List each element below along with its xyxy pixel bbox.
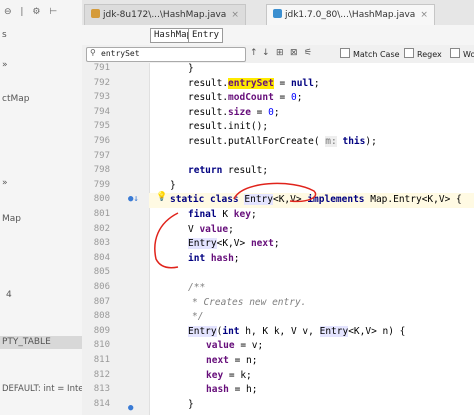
arrow-down-icon[interactable]: ↓: [262, 48, 270, 58]
breadcrumb: HashMap Entry: [82, 25, 474, 46]
tree-item[interactable]: ctMap: [2, 94, 29, 104]
tree-item[interactable]: »: [2, 178, 8, 188]
breadcrumb-item-entry[interactable]: Entry: [188, 28, 224, 43]
settings-icon[interactable]: ⚙: [32, 7, 40, 17]
tree-item[interactable]: »: [2, 60, 8, 70]
java-file-icon: [91, 9, 100, 18]
tab-label: jdk-8u172\...\HashMap.java: [103, 10, 227, 20]
divider-icon: |: [20, 7, 24, 17]
code-editor[interactable]: 791 792 793 794 795 796 797 798 799 800 …: [82, 63, 474, 415]
tab-jdk7-hashmap[interactable]: jdk1.7.0_80\...\HashMap.java ×: [266, 4, 435, 25]
multi-select-icon[interactable]: ⊠: [290, 48, 298, 58]
project-toolbar: ⊖ | ⚙ ⊢: [4, 7, 63, 17]
close-icon[interactable]: ×: [231, 10, 239, 20]
checkbox-label: Match Case: [353, 50, 400, 59]
match-case-checkbox[interactable]: Match Case: [340, 48, 400, 59]
close-icon[interactable]: ×: [420, 10, 428, 20]
red-annotation: [154, 182, 317, 269]
java-file-icon: [273, 9, 282, 18]
collapse-icon[interactable]: ⊖: [4, 7, 12, 17]
tree-item[interactable]: 4: [6, 290, 12, 300]
search-icon: ⚲: [90, 48, 96, 57]
tab-label: jdk1.7.0_80\...\HashMap.java: [285, 10, 416, 20]
filter-icon[interactable]: ⚟: [304, 48, 312, 58]
tab-jdk8-hashmap[interactable]: jdk-8u172\...\HashMap.java ×: [84, 4, 246, 25]
search-input[interactable]: ⚲ entrySet: [86, 47, 246, 62]
words-checkbox[interactable]: Wo: [450, 48, 474, 59]
checkbox-label: Wo: [463, 50, 474, 59]
checkbox-label: Regex: [417, 50, 442, 59]
tree-item[interactable]: s: [2, 30, 7, 40]
arrow-up-icon[interactable]: ↑: [250, 48, 258, 58]
search-value: entrySet: [101, 49, 140, 58]
tree-item-selected[interactable]: PTY_TABLE: [2, 337, 51, 347]
editor-tabs: jdk-8u172\...\HashMap.java × jdk1.7.0_80\…: [82, 0, 474, 26]
select-all-icon[interactable]: ⊞: [276, 48, 284, 58]
regex-checkbox[interactable]: Regex: [404, 48, 442, 59]
project-panel: ⊖ | ⚙ ⊢ s » ctMap » Map 4 PTY_TABLE DEFA…: [0, 0, 107, 415]
pin-icon[interactable]: ⊢: [49, 7, 57, 17]
tree-item[interactable]: Map: [2, 214, 21, 224]
find-bar: ⚲ entrySet ↑ ↓ ⊞ ⊠ ⚟ Match Case Regex Wo: [82, 45, 474, 64]
